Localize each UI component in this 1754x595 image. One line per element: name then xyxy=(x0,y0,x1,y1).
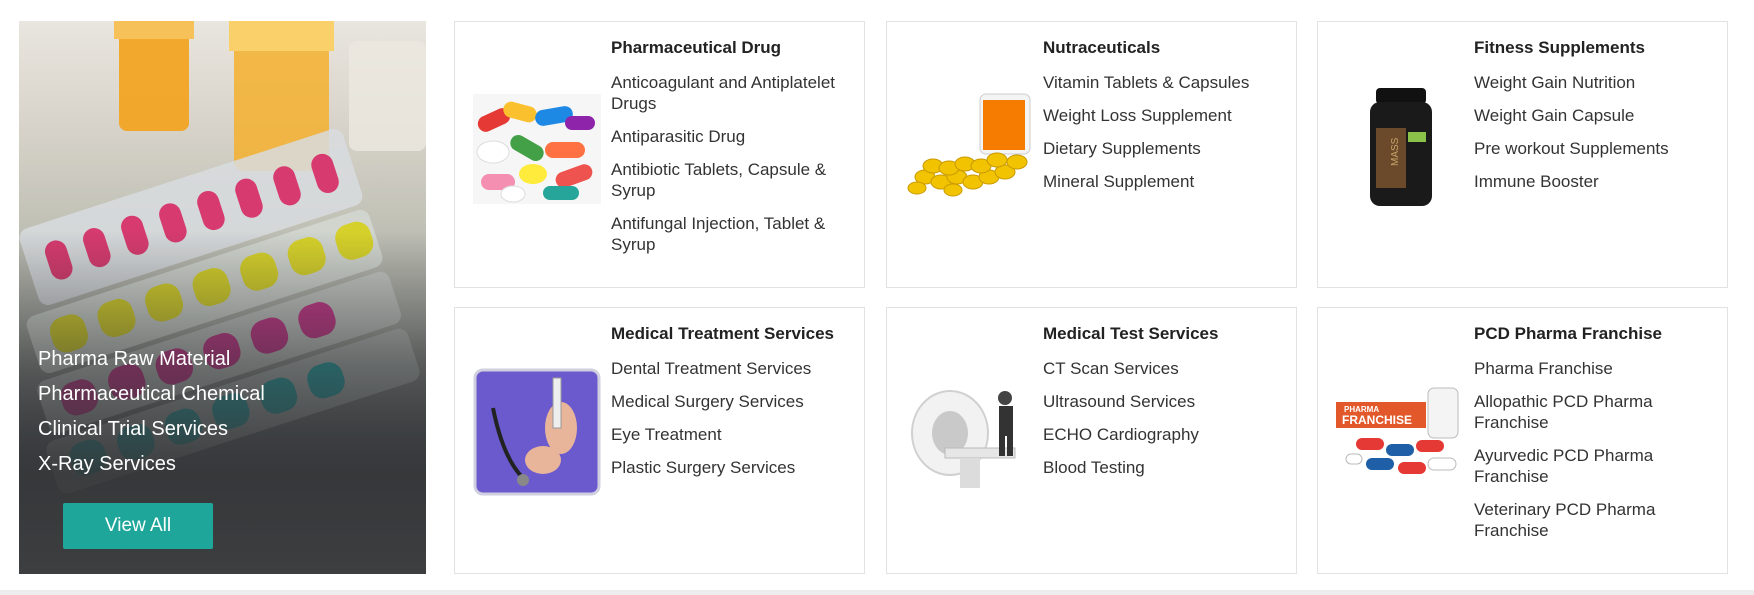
card-link[interactable]: CT Scan Services xyxy=(1043,358,1288,379)
card-link[interactable]: Mineral Supplement xyxy=(1043,171,1288,192)
card-link[interactable]: Weight Gain Capsule xyxy=(1474,105,1719,126)
category-card-pharmaceutical-drug: Pharmaceutical Drug Anticoagulant and An… xyxy=(454,21,865,288)
card-link[interactable]: Weight Gain Nutrition xyxy=(1474,72,1719,93)
card-link[interactable]: Antiparasitic Drug xyxy=(611,126,856,147)
assorted-capsules-image[interactable] xyxy=(473,82,601,210)
card-link[interactable]: Vitamin Tablets & Capsules xyxy=(1043,72,1288,93)
card-link[interactable]: Veterinary PCD Pharma Franchise xyxy=(1474,499,1719,541)
card-link[interactable]: Anticoagulant and Antiplatelet Drugs xyxy=(611,72,856,114)
card-title[interactable]: PCD Pharma Franchise xyxy=(1474,324,1719,344)
category-card-medical-test: Medical Test Services CT Scan Services U… xyxy=(886,307,1297,574)
card-link[interactable]: Allopathic PCD Pharma Franchise xyxy=(1474,391,1719,433)
card-title[interactable]: Pharmaceutical Drug xyxy=(611,38,856,58)
card-link[interactable]: Antibiotic Tablets, Capsule & Syrup xyxy=(611,159,856,201)
hero-link-xray[interactable]: X-Ray Services xyxy=(38,447,265,482)
category-card-nutraceuticals: Nutraceuticals Vitamin Tablets & Capsule… xyxy=(886,21,1297,288)
card-title[interactable]: Fitness Supplements xyxy=(1474,38,1719,58)
card-link[interactable]: Pre workout Supplements xyxy=(1474,138,1719,159)
softgel-capsules-image[interactable] xyxy=(905,82,1033,210)
card-link[interactable]: Antifungal Injection, Tablet & Syrup xyxy=(611,213,856,255)
hero-overlay xyxy=(19,21,426,574)
ct-scanner-image[interactable] xyxy=(905,368,1033,496)
hero-link-chemical[interactable]: Pharmaceutical Chemical xyxy=(38,377,265,412)
card-link[interactable]: Dental Treatment Services xyxy=(611,358,856,379)
hero-link-raw-material[interactable]: Pharma Raw Material xyxy=(38,342,265,377)
mass-gainer-jar-image[interactable]: MASS xyxy=(1336,82,1464,210)
card-title[interactable]: Medical Test Services xyxy=(1043,324,1288,344)
category-card-fitness-supplements: MASS Fitness Supplements Weight Gain Nut… xyxy=(1317,21,1728,288)
svg-text:FRANCHISE: FRANCHISE xyxy=(1342,413,1412,427)
card-link[interactable]: Weight Loss Supplement xyxy=(1043,105,1288,126)
card-link[interactable]: Blood Testing xyxy=(1043,457,1288,478)
hero-link-clinical-trial[interactable]: Clinical Trial Services xyxy=(38,412,265,447)
svg-text:MASS: MASS xyxy=(1390,137,1401,166)
view-all-button[interactable]: View All xyxy=(63,503,213,549)
card-link[interactable]: Immune Booster xyxy=(1474,171,1719,192)
category-card-pcd-franchise: PHARMA FRANCHISE PCD Pharma Franchise Ph… xyxy=(1317,307,1728,574)
pharma-franchise-image[interactable]: PHARMA FRANCHISE xyxy=(1336,368,1464,496)
card-link[interactable]: Eye Treatment xyxy=(611,424,856,445)
card-link[interactable]: ECHO Cardiography xyxy=(1043,424,1288,445)
card-link[interactable]: Ayurvedic PCD Pharma Franchise xyxy=(1474,445,1719,487)
category-card-medical-treatment: Medical Treatment Services Dental Treatm… xyxy=(454,307,865,574)
card-title[interactable]: Nutraceuticals xyxy=(1043,38,1288,58)
card-link[interactable]: Pharma Franchise xyxy=(1474,358,1719,379)
hero-link-list: Pharma Raw Material Pharmaceutical Chemi… xyxy=(38,342,265,482)
category-section: Pharma Raw Material Pharmaceutical Chemi… xyxy=(0,0,1754,590)
card-link[interactable]: Medical Surgery Services xyxy=(611,391,856,412)
doctor-syringe-image[interactable] xyxy=(473,368,601,496)
hero-banner: Pharma Raw Material Pharmaceutical Chemi… xyxy=(19,21,426,574)
card-title[interactable]: Medical Treatment Services xyxy=(611,324,856,344)
card-link[interactable]: Ultrasound Services xyxy=(1043,391,1288,412)
card-link[interactable]: Dietary Supplements xyxy=(1043,138,1288,159)
card-link[interactable]: Plastic Surgery Services xyxy=(611,457,856,478)
